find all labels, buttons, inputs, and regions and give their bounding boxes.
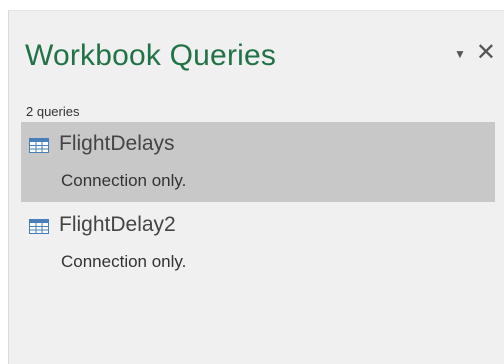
- query-status: Connection only.: [61, 171, 187, 190]
- workbook-queries-pane: Workbook Queries ▼ ✕ 2 queries FlightDel…: [8, 10, 504, 364]
- query-name: FlightDelays: [59, 132, 175, 155]
- table-icon: [29, 219, 49, 234]
- pane-controls: ▼ ✕: [454, 41, 496, 65]
- dropdown-caret-icon[interactable]: ▼: [454, 48, 466, 60]
- query-item-flightdelay2[interactable]: FlightDelay2 Connection only.: [21, 203, 495, 283]
- close-icon[interactable]: ✕: [476, 41, 496, 65]
- query-count: 2 queries: [26, 104, 80, 119]
- pane-title: Workbook Queries: [25, 39, 277, 72]
- query-name: FlightDelay2: [59, 213, 176, 236]
- table-icon: [29, 138, 49, 153]
- query-item-flightdelays[interactable]: FlightDelays Connection only.: [21, 122, 495, 202]
- query-status: Connection only.: [61, 252, 187, 271]
